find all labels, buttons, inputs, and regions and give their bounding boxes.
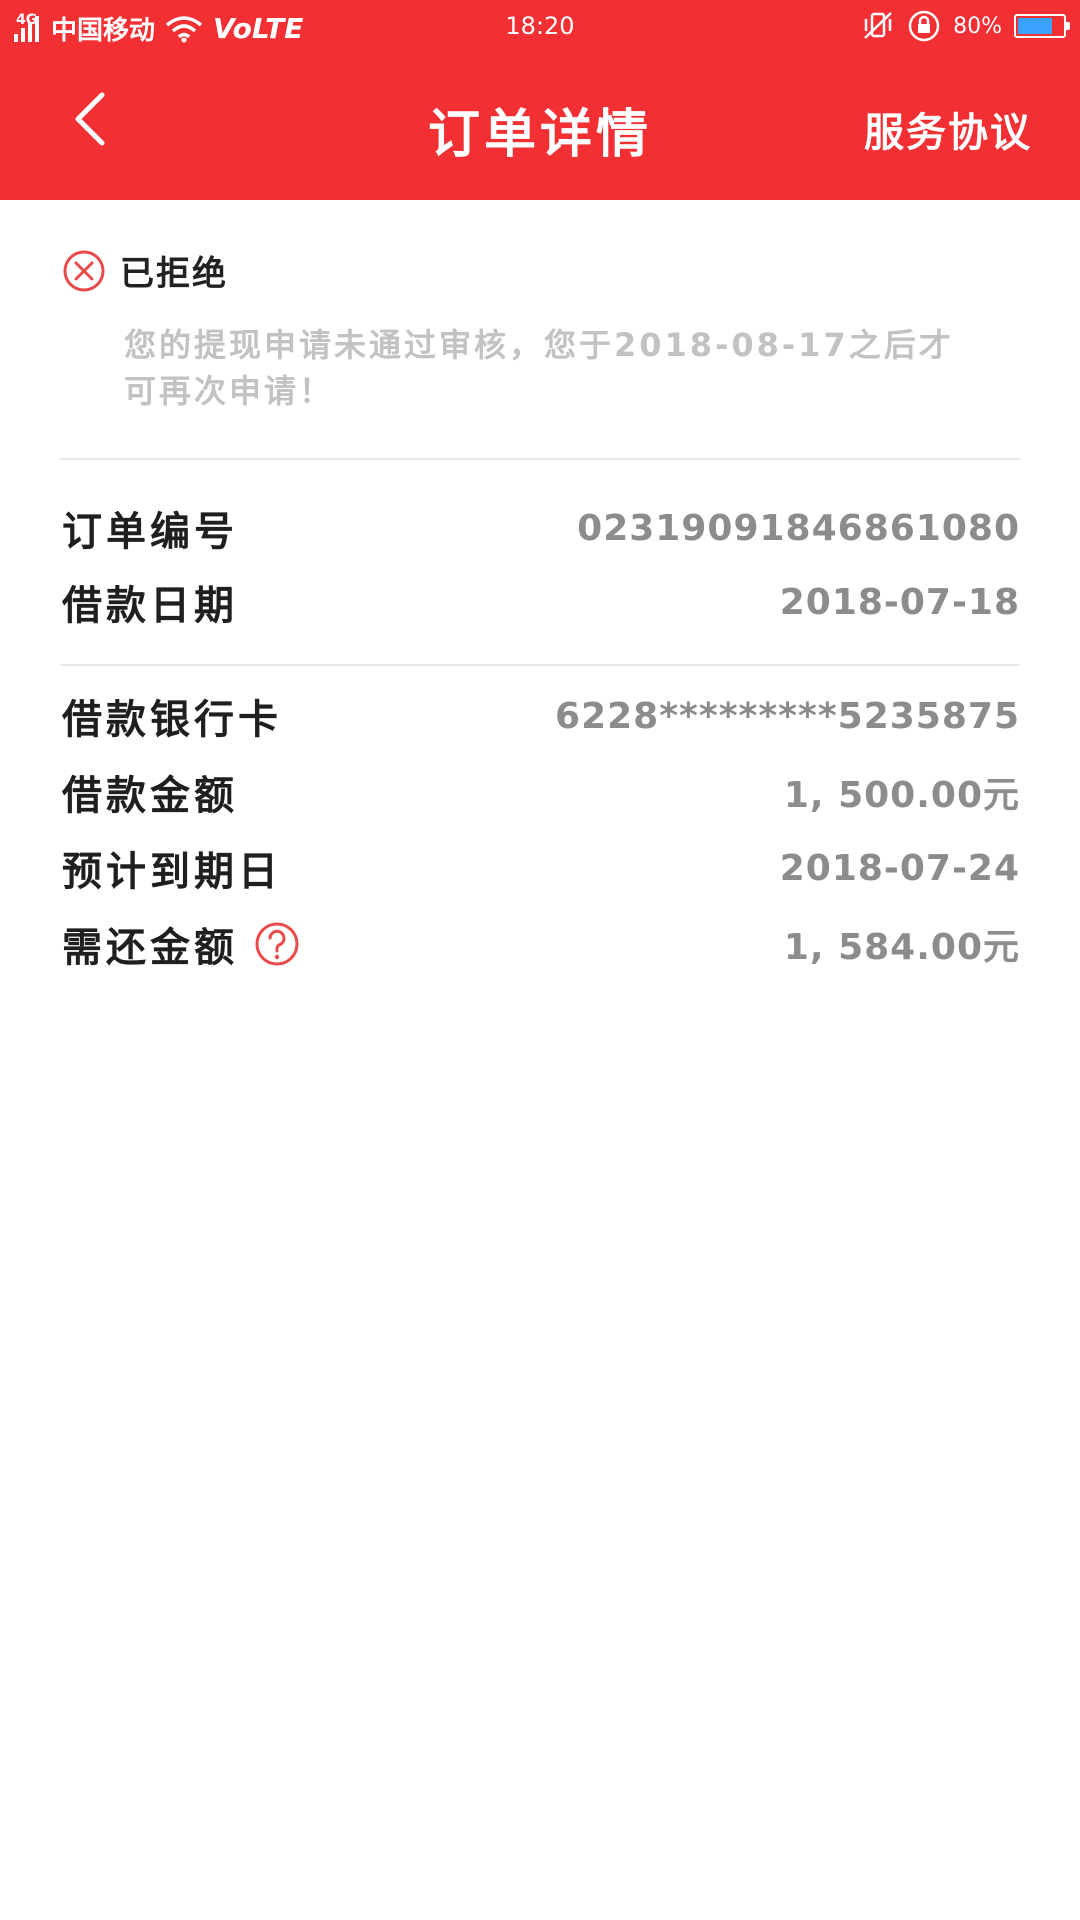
status-label: 已拒绝	[120, 254, 228, 294]
rotation-lock-icon	[908, 10, 940, 42]
close-circle-icon	[63, 250, 105, 291]
loan-amount-value: 1, 500.00元	[783, 775, 1020, 816]
order-number-row: 订单编号 02319091846861080	[62, 498, 1020, 558]
loan-date-row: 借款日期 2018-07-18	[62, 572, 1020, 632]
vibrate-icon	[864, 12, 892, 39]
divider	[60, 458, 1020, 460]
battery-text: 80%	[953, 13, 1002, 39]
header: 4G 中国移动 VoLTE 18:20 80% 订单详情 服务协议	[0, 0, 1080, 200]
battery-icon	[1014, 14, 1070, 38]
repay-amount-row: 需还金额 1, 584.00元	[62, 914, 1020, 974]
nav-bar: 订单详情 服务协议	[0, 54, 1080, 200]
loan-amount-row: 借款金额 1, 500.00元	[62, 762, 1020, 822]
status-row: 已拒绝	[62, 246, 1022, 295]
repay-amount-label-group: 需还金额	[62, 915, 300, 973]
repay-amount-label: 需还金额	[62, 925, 238, 971]
due-date-row: 预计到期日 2018-07-24	[62, 838, 1020, 898]
rejection-notice: 您的提现申请未通过审核，您于2018-08-17之后才可再次申请！	[124, 326, 954, 410]
bank-card-row: 借款银行卡 6228*********5235875	[62, 686, 1020, 746]
due-date-label: 预计到期日	[62, 849, 282, 895]
status-right: 80%	[861, 9, 1070, 43]
loan-date-label: 借款日期	[62, 583, 238, 629]
battery-fill	[1018, 18, 1053, 34]
order-number-label: 订单编号	[62, 509, 238, 555]
divider	[60, 664, 1020, 666]
loan-amount-label: 借款金额	[62, 773, 238, 819]
status-bar: 4G 中国移动 VoLTE 18:20 80%	[0, 0, 1080, 54]
service-agreement-link[interactable]: 服务协议	[864, 100, 1032, 158]
repay-amount-value: 1, 584.00元	[783, 927, 1020, 968]
order-number-value: 02319091846861080	[577, 507, 1020, 549]
question-circle-icon[interactable]	[254, 921, 300, 967]
bank-card-value: 6228*********5235875	[555, 695, 1020, 737]
order-detail-screen: 4G 中国移动 VoLTE 18:20 80% 订单详情 服务协议 已拒绝 您的…	[0, 0, 1080, 1920]
order-status: 已拒绝	[62, 246, 1022, 295]
bank-card-label: 借款银行卡	[62, 697, 282, 743]
due-date-value: 2018-07-24	[779, 847, 1020, 889]
loan-date-value: 2018-07-18	[779, 581, 1020, 623]
